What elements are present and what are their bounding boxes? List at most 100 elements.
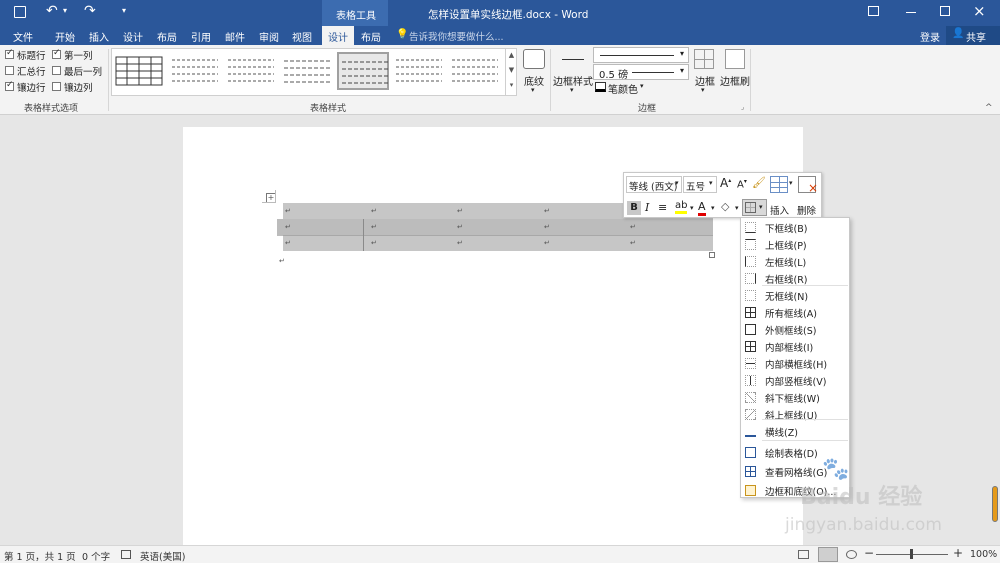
- undo-icon[interactable]: ↶: [46, 3, 58, 19]
- shading-fill-dropdown-icon[interactable]: ▾: [735, 204, 739, 212]
- borders-menu-item[interactable]: 所有框线(A): [740, 304, 848, 321]
- delete-label[interactable]: 删除: [797, 203, 816, 217]
- tab-home[interactable]: 开始: [55, 29, 75, 44]
- cell-end-mark: ↵: [285, 207, 291, 215]
- grow-font-icon[interactable]: A▴: [720, 176, 731, 190]
- table-style-plain-1[interactable]: [169, 52, 221, 90]
- tab-review[interactable]: 审阅: [259, 29, 279, 44]
- borders-menu-item-label: 无框线(N): [765, 292, 809, 303]
- header-row-checkbox[interactable]: [5, 48, 14, 59]
- zoom-level[interactable]: 100%: [970, 549, 997, 560]
- customize-qat-icon[interactable]: ▾: [122, 6, 126, 15]
- borders-menu-item[interactable]: 内部横框线(H): [740, 355, 848, 372]
- print-layout-icon[interactable]: [818, 547, 838, 562]
- maximize-icon[interactable]: [940, 6, 950, 16]
- total-row-checkbox[interactable]: [5, 66, 14, 75]
- font-name-select[interactable]: 等线 (西文) ▾: [626, 176, 682, 193]
- banded-columns-checkbox[interactable]: [52, 82, 61, 91]
- font-color-icon[interactable]: A: [698, 200, 706, 216]
- language-status[interactable]: 英语(美国): [140, 549, 185, 563]
- borders-dropdown-icon[interactable]: ▾: [701, 86, 705, 94]
- borders-menu-item[interactable]: 左框线(L): [740, 253, 848, 270]
- tab-table-layout[interactable]: 布局: [361, 29, 381, 44]
- borders-menu-item[interactable]: 内部框线(I): [740, 338, 848, 355]
- undo-dropdown-icon[interactable]: ▾: [63, 6, 67, 15]
- format-painter-icon[interactable]: 🖌: [752, 176, 766, 189]
- web-layout-icon[interactable]: [846, 550, 857, 559]
- font-size-value: 五号: [686, 182, 706, 193]
- tab-file[interactable]: 文件: [13, 29, 33, 44]
- center-align-icon[interactable]: ≡: [658, 201, 667, 214]
- table-style-grid[interactable]: [113, 52, 165, 90]
- table-resize-handle-icon[interactable]: [709, 252, 715, 258]
- borders-menu-item[interactable]: 横线(Z): [740, 423, 848, 440]
- line-style-select[interactable]: ▾: [593, 47, 689, 63]
- borders-menu-item[interactable]: 下框线(B): [740, 219, 848, 236]
- borders-menu-item[interactable]: 外侧框线(S): [740, 321, 848, 338]
- borders-button[interactable]: 边框: [695, 73, 715, 88]
- pen-color-button[interactable]: 笔颜色: [608, 81, 638, 96]
- shrink-font-icon[interactable]: A▾: [737, 178, 747, 190]
- context-group-label: 表格工具: [336, 11, 376, 22]
- ribbon-display-options-icon[interactable]: [868, 6, 879, 16]
- border-painter-button[interactable]: 边框刷: [720, 73, 750, 88]
- shading-fill-icon[interactable]: ◇: [721, 200, 729, 213]
- table-style-plain-3[interactable]: [281, 52, 333, 90]
- borders-dialog-launcher-icon[interactable]: ⌟: [741, 103, 744, 111]
- close-icon[interactable]: ×: [973, 2, 986, 20]
- first-column-checkbox[interactable]: [52, 48, 61, 59]
- login-link[interactable]: 登录: [920, 29, 940, 44]
- table-style-plain-2[interactable]: [225, 52, 277, 90]
- gallery-scroll[interactable]: ▲ ▼ ▾: [505, 48, 517, 96]
- last-column-checkbox[interactable]: [52, 66, 61, 75]
- borders-menu-item-label: 内部竖框线(V): [765, 377, 827, 388]
- shading-dropdown-icon[interactable]: ▾: [531, 86, 535, 94]
- font-size-select[interactable]: 五号 ▾: [683, 176, 717, 193]
- read-mode-icon[interactable]: [798, 550, 809, 559]
- highlight-dropdown-icon[interactable]: ▾: [690, 204, 694, 212]
- banded-rows-checkbox[interactable]: [5, 80, 14, 91]
- pen-color-dropdown-icon[interactable]: ▾: [640, 82, 644, 90]
- borders-menu-item[interactable]: 内部竖框线(V): [740, 372, 848, 389]
- table-style-plain-4[interactable]: [393, 52, 445, 90]
- minimize-icon[interactable]: [906, 12, 916, 13]
- zoom-slider-thumb[interactable]: [910, 549, 913, 559]
- zoom-out-icon[interactable]: −: [864, 546, 874, 560]
- tab-mailings[interactable]: 邮件: [225, 29, 245, 44]
- font-color-dropdown-icon[interactable]: ▾: [711, 204, 715, 212]
- table-column-divider: [363, 219, 364, 251]
- page-count[interactable]: 第 1 页，共 1 页: [4, 549, 76, 563]
- table-row-divider: [277, 219, 713, 236]
- lightbulb-icon[interactable]: 💡: [396, 29, 408, 40]
- borders-menu-item[interactable]: 斜上框线(U): [740, 406, 848, 423]
- borders-menu-item[interactable]: 无框线(N): [740, 287, 848, 304]
- tab-view[interactable]: 视图: [292, 29, 312, 44]
- tab-references[interactable]: 引用: [191, 29, 211, 44]
- highlight-icon[interactable]: ab: [675, 200, 688, 214]
- tab-design[interactable]: 设计: [123, 29, 143, 44]
- table-style-selected[interactable]: [337, 52, 389, 90]
- line-weight-select[interactable]: 0.5 磅 ▾: [593, 64, 689, 81]
- borders-menu-item[interactable]: 上框线(P): [740, 236, 848, 253]
- insert-table-icon[interactable]: [770, 176, 788, 193]
- border-styles-dropdown-icon[interactable]: ▾: [570, 86, 574, 94]
- collapse-ribbon-icon[interactable]: ^: [985, 103, 993, 113]
- bold-button[interactable]: B: [627, 201, 641, 215]
- scroll-indicator[interactable]: [992, 486, 998, 522]
- borders-menu-item-label: 所有框线(A): [765, 309, 817, 320]
- tell-me-box[interactable]: 告诉我你想要做什么...: [409, 29, 504, 43]
- tab-layout[interactable]: 布局: [157, 29, 177, 44]
- zoom-in-icon[interactable]: +: [953, 546, 963, 560]
- ribbon: 标题行 第一列 汇总行 最后一列 镶边行 镶边列 表格样式选项 ▲▼▾ 底纹 ▾…: [0, 45, 1000, 115]
- redo-icon[interactable]: ↷: [84, 3, 96, 19]
- proofing-icon[interactable]: [121, 550, 131, 559]
- word-count[interactable]: 0 个字: [82, 549, 110, 563]
- borders-menu-item[interactable]: 斜下框线(W): [740, 389, 848, 406]
- insert-dropdown-icon[interactable]: ▾: [789, 179, 793, 187]
- table-style-plain-5[interactable]: [449, 52, 501, 90]
- insert-label[interactable]: 插入: [770, 203, 789, 217]
- tab-insert[interactable]: 插入: [89, 29, 109, 44]
- italic-button[interactable]: I: [645, 201, 649, 214]
- diagonal-up-border-icon: [745, 409, 756, 420]
- save-icon[interactable]: [14, 6, 26, 18]
